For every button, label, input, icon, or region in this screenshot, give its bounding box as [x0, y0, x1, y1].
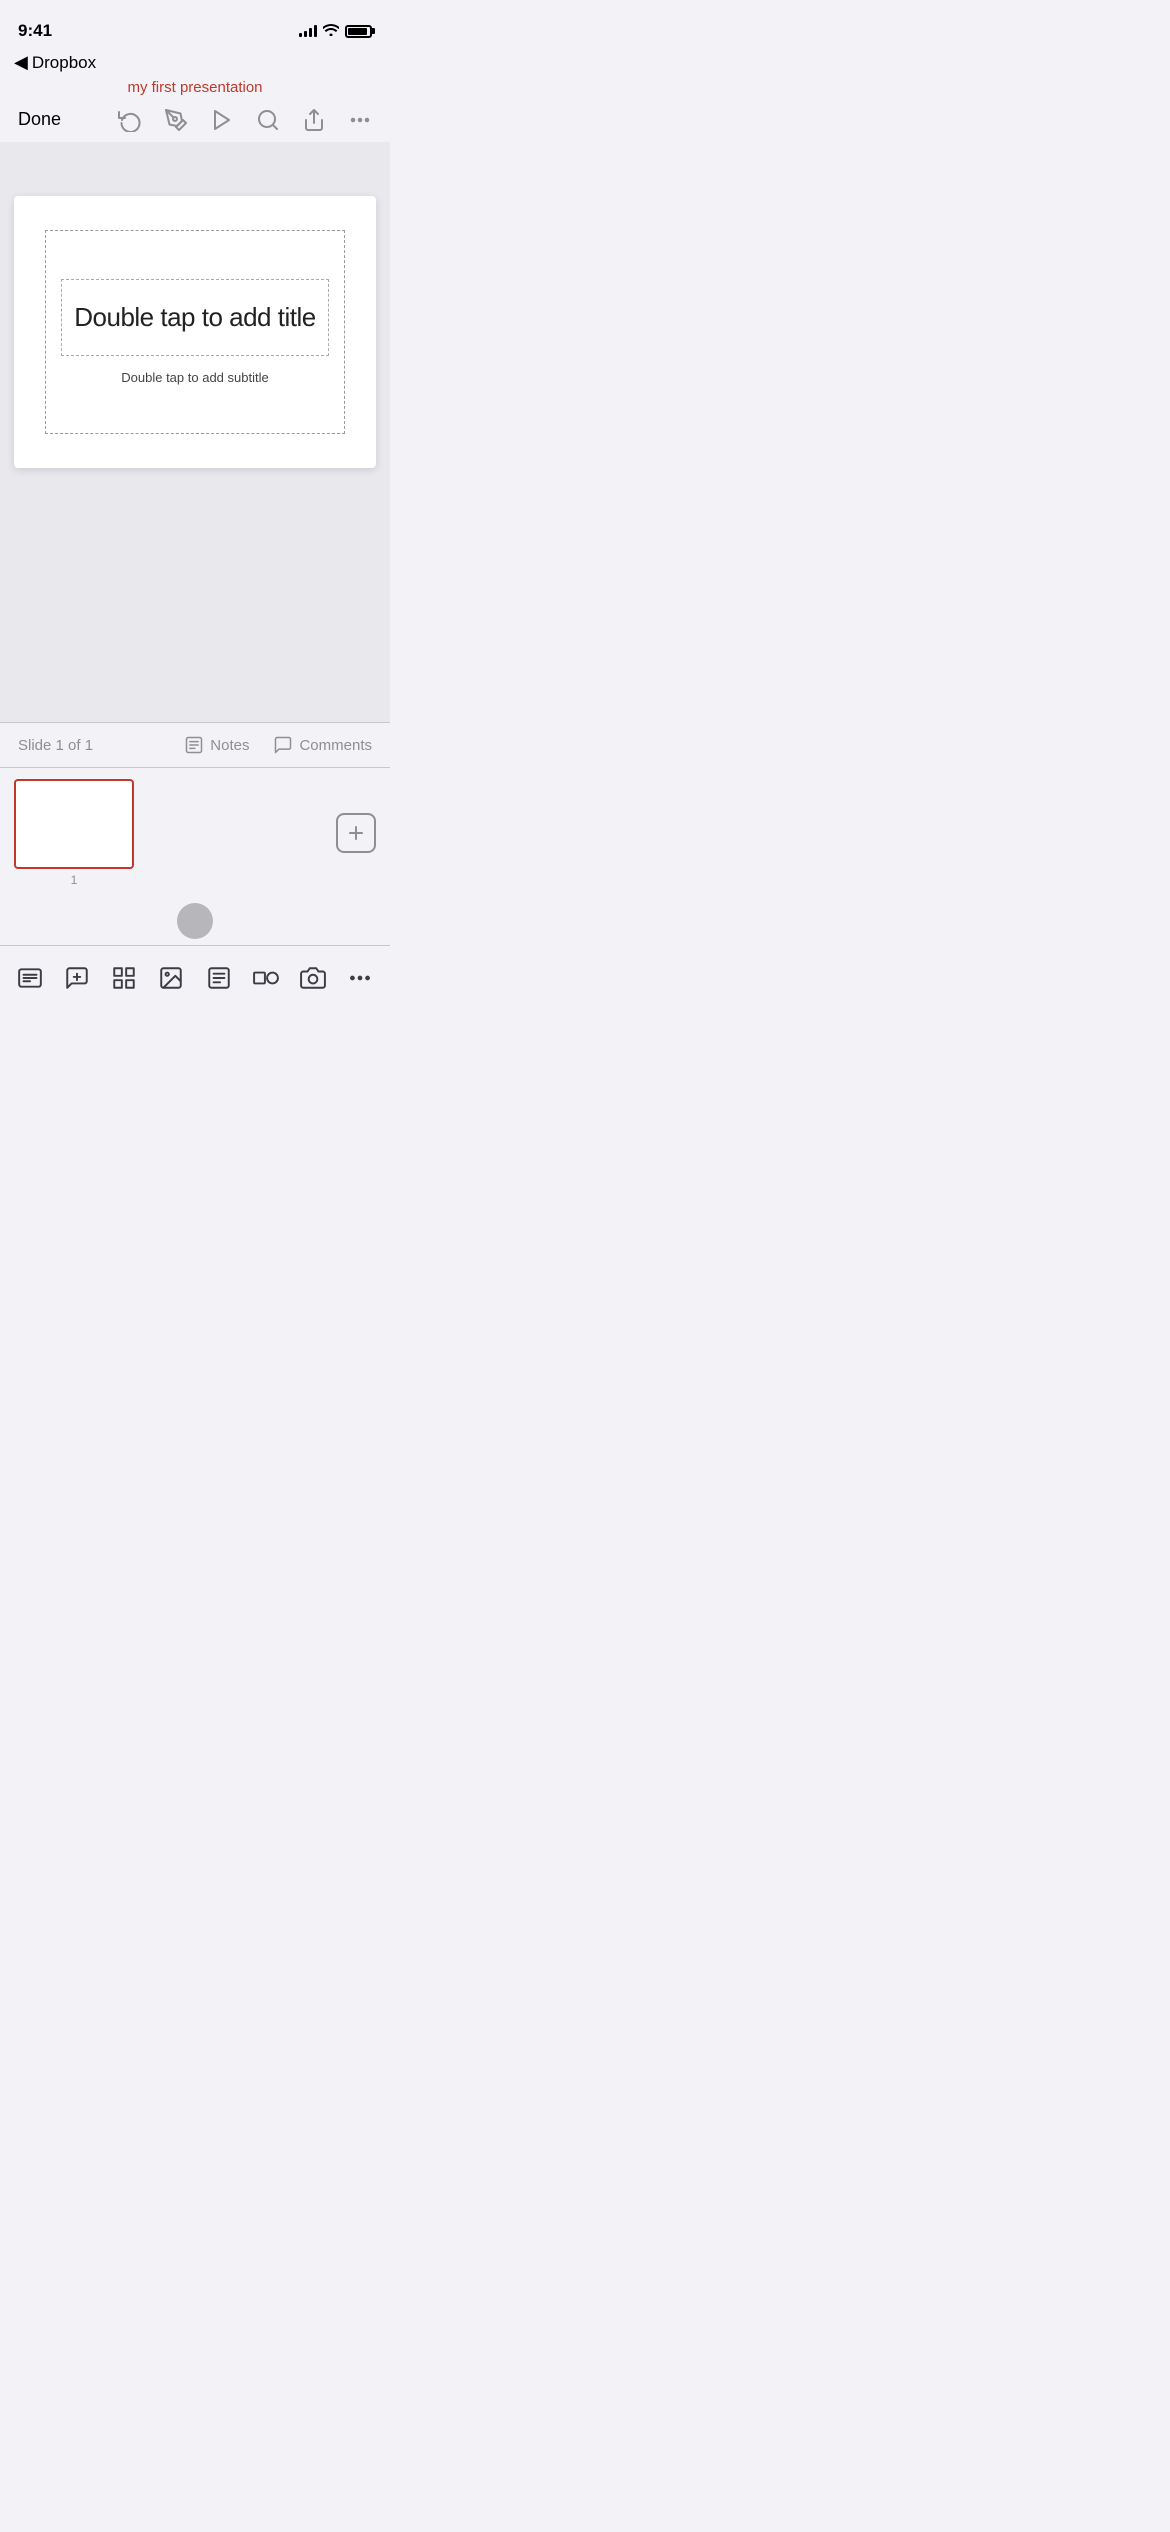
scroll-indicator — [0, 897, 390, 945]
objects-icon — [253, 965, 279, 991]
slide-card[interactable]: Double tap to add title Double tap to ad… — [14, 196, 376, 468]
bottom-toolbar — [0, 945, 390, 1026]
thumbnail-number: 1 — [71, 873, 78, 887]
main-toolbar: Done — [0, 101, 390, 142]
status-icons — [299, 23, 372, 39]
add-comment-button[interactable] — [53, 956, 100, 1000]
wifi-icon — [323, 23, 339, 39]
notes-button[interactable]: Notes — [184, 735, 249, 755]
thumbnail-item[interactable]: 1 — [14, 779, 134, 887]
more-tools-icon — [347, 965, 373, 991]
more-tools-button[interactable] — [337, 956, 384, 1000]
format-button[interactable] — [195, 956, 242, 1000]
insert-image-button[interactable] — [148, 956, 195, 1000]
thumbnail-slide[interactable] — [14, 779, 134, 869]
slide-subtitle-placeholder: Double tap to add subtitle — [121, 370, 268, 385]
insert-image-icon — [158, 965, 184, 991]
below-slide-area — [0, 522, 390, 722]
more-icon[interactable] — [348, 108, 372, 132]
back-navigation: ◀ Dropbox — [0, 48, 390, 73]
annotate-icon[interactable] — [164, 108, 188, 132]
add-slide-icon — [346, 823, 366, 843]
camera-button[interactable] — [290, 956, 337, 1000]
comments-icon — [273, 735, 293, 755]
search-icon[interactable] — [256, 108, 280, 132]
slide-content-box: Double tap to add title Double tap to ad… — [45, 230, 345, 434]
grid-view-icon — [111, 965, 137, 991]
comments-button[interactable]: Comments — [273, 735, 372, 755]
camera-icon — [300, 965, 326, 991]
add-comment-icon — [64, 965, 90, 991]
notes-label: Notes — [210, 737, 249, 754]
notes-icon — [184, 735, 204, 755]
back-chevron-icon: ◀ — [14, 52, 28, 73]
scroll-dot — [177, 903, 213, 939]
slides-icon — [17, 965, 43, 991]
slide-title-placeholder: Double tap to add title — [74, 302, 315, 333]
thumbnail-strip: 1 — [0, 767, 390, 897]
play-icon[interactable] — [210, 108, 234, 132]
toolbar-left: Done — [18, 105, 61, 134]
done-button[interactable]: Done — [18, 105, 61, 134]
slide-meta-bar: Slide 1 of 1 Notes Comments — [0, 722, 390, 767]
add-slide-button[interactable] — [336, 813, 376, 853]
back-label: Dropbox — [32, 53, 96, 73]
objects-button[interactable] — [242, 956, 289, 1000]
presentation-title[interactable]: my first presentation — [127, 79, 262, 96]
grid-view-button[interactable] — [101, 956, 148, 1000]
toolbar-right — [118, 108, 372, 132]
comments-label: Comments — [299, 737, 372, 754]
share-icon[interactable] — [302, 108, 326, 132]
status-time: 9:41 — [18, 21, 52, 41]
slide-count: Slide 1 of 1 — [18, 737, 93, 754]
battery-icon — [345, 25, 372, 38]
slides-button[interactable] — [6, 956, 53, 1000]
meta-actions: Notes Comments — [184, 735, 372, 755]
thumbnail-scroll: 1 — [14, 779, 324, 887]
status-bar: 9:41 — [0, 0, 390, 48]
back-button[interactable]: ◀ Dropbox — [14, 52, 96, 73]
signal-icon — [299, 25, 317, 37]
title-bar: my first presentation — [0, 73, 390, 101]
title-placeholder-box[interactable]: Double tap to add title — [61, 279, 330, 356]
format-icon — [206, 965, 232, 991]
slide-area: Double tap to add title Double tap to ad… — [0, 142, 390, 522]
undo-icon[interactable] — [118, 108, 142, 132]
